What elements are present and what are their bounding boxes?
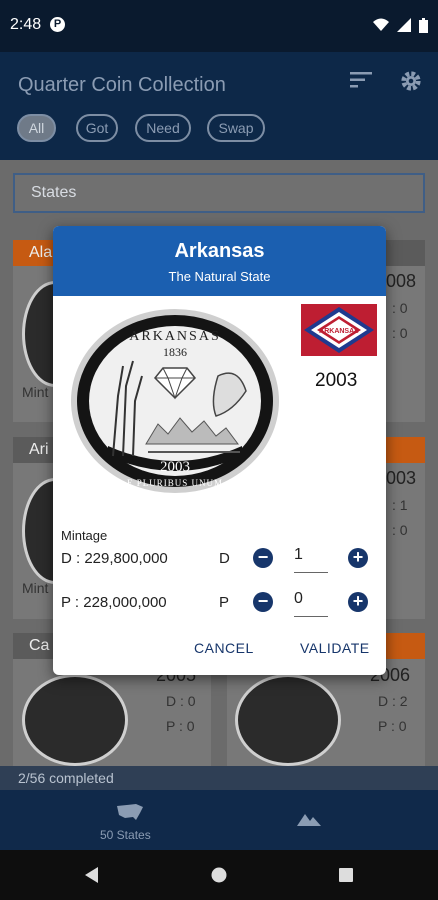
mint-mark-p: P bbox=[219, 594, 230, 611]
card-mint-label: Mint bbox=[22, 580, 49, 596]
home-icon[interactable] bbox=[211, 867, 227, 883]
bottom-navigation: 50 States bbox=[0, 790, 438, 850]
app-bar: Quarter Coin Collection bbox=[0, 52, 438, 160]
system-icons bbox=[373, 16, 428, 33]
coin-text-motto: E PLURIBUS UNUM bbox=[127, 478, 223, 488]
coin-image bbox=[22, 674, 128, 766]
mintage-title: Mintage bbox=[61, 528, 108, 543]
cell-signal-icon bbox=[397, 18, 412, 33]
arkansas-flag-image: ARKANSAS bbox=[301, 304, 377, 356]
mint-mark-d: D bbox=[219, 550, 230, 567]
wifi-icon bbox=[373, 18, 390, 32]
card-d-count: D : 2 bbox=[378, 693, 408, 709]
filter-chip-got[interactable]: Got bbox=[76, 114, 118, 142]
card-year: 008 bbox=[386, 271, 417, 291]
dialog-header: Arkansas The Natural State bbox=[53, 226, 386, 296]
card-d-count: : 1 bbox=[392, 497, 408, 513]
increment-d-button[interactable]: + bbox=[348, 548, 368, 568]
card-p-count: : 0 bbox=[392, 522, 408, 538]
clock: 2:48 bbox=[10, 16, 42, 33]
coin-text-founded: 1836 bbox=[163, 345, 187, 359]
settings-gear-icon[interactable] bbox=[400, 70, 422, 92]
decrement-d-button[interactable]: − bbox=[253, 548, 273, 568]
flag-text: ARKANSAS bbox=[319, 328, 359, 335]
filter-chip-swap[interactable]: Swap bbox=[207, 114, 265, 142]
dialog-state-nickname: The Natural State bbox=[168, 269, 271, 284]
status-bar: 2:48 P bbox=[0, 0, 438, 52]
decrement-p-button[interactable]: − bbox=[253, 592, 273, 612]
card-d-count: : 0 bbox=[392, 300, 408, 316]
validate-button[interactable]: VALIDATE bbox=[300, 640, 370, 656]
quantity-p-input[interactable]: 0 bbox=[294, 590, 328, 617]
coin-text-year: 2003 bbox=[160, 459, 190, 475]
battery-icon bbox=[419, 17, 428, 33]
quantity-d-input[interactable]: 1 bbox=[294, 546, 328, 573]
card-d-count: D : 0 bbox=[166, 693, 196, 709]
coin-text-state: ARKANSAS bbox=[129, 329, 220, 344]
dialog-year: 2003 bbox=[315, 370, 358, 391]
system-navigation-bar bbox=[0, 850, 438, 900]
app-title: Quarter Coin Collection bbox=[18, 74, 226, 96]
coin-image bbox=[235, 674, 341, 766]
sort-icon[interactable] bbox=[350, 72, 372, 88]
mintage-d-value: D : 229,800,000 bbox=[61, 550, 168, 567]
progress-text: 2/56 completed bbox=[0, 766, 438, 790]
mintage-p-value: P : 228,000,000 bbox=[61, 594, 167, 611]
filter-chip-all[interactable]: All bbox=[17, 114, 56, 142]
card-p-count: : 0 bbox=[392, 325, 408, 341]
notification-p-icon: P bbox=[50, 17, 65, 32]
card-year: 003 bbox=[386, 468, 417, 488]
landscape-icon[interactable] bbox=[297, 810, 321, 826]
recents-icon[interactable] bbox=[339, 868, 353, 882]
search-input[interactable]: States bbox=[13, 173, 425, 213]
card-p-count: P : 0 bbox=[378, 718, 407, 734]
nav-50-states-label[interactable]: 50 States bbox=[100, 828, 151, 842]
usa-map-icon[interactable] bbox=[116, 803, 144, 821]
increment-p-button[interactable]: + bbox=[348, 592, 368, 612]
back-icon[interactable] bbox=[84, 867, 100, 883]
dialog-state-name: Arkansas bbox=[174, 240, 265, 262]
coin-detail-dialog: Arkansas The Natural State ARKANSAS 1836… bbox=[53, 226, 386, 675]
arkansas-quarter-image: ARKANSAS 1836 2003 E PLURIBUS UNUM bbox=[71, 309, 279, 493]
card-mint-label: Mint bbox=[22, 384, 49, 400]
card-p-count: P : 0 bbox=[166, 718, 195, 734]
cancel-button[interactable]: CANCEL bbox=[194, 640, 254, 656]
filter-chip-need[interactable]: Need bbox=[135, 114, 191, 142]
